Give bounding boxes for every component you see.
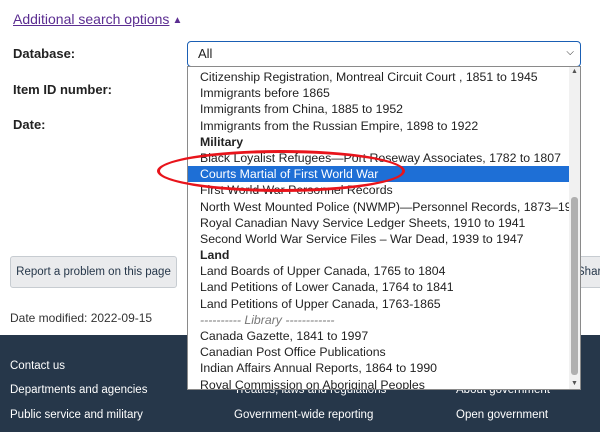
date-label: Date: [13, 117, 46, 132]
dropdown-option[interactable]: Citizenship Registration, Montreal Circu… [188, 69, 571, 85]
dropdown-option[interactable]: Second World War Service Files – War Dea… [188, 231, 571, 247]
dropdown-option[interactable]: Land Boards of Upper Canada, 1765 to 180… [188, 263, 571, 279]
database-select-value: All [198, 46, 213, 61]
database-dropdown-list[interactable]: Citizenship Registration, Montreal Circu… [187, 66, 581, 390]
footer-link-gov-reporting[interactable]: Government-wide reporting [234, 409, 373, 421]
dropdown-option: ---------- Library ------------ [200, 312, 335, 327]
dropdown-option[interactable]: Indian Affairs Annual Reports, 1864 to 1… [188, 360, 571, 376]
dropdown-options: Citizenship Registration, Montreal Circu… [188, 69, 580, 389]
dropdown-option[interactable]: Royal Canadian Navy Service Ledger Sheet… [188, 215, 571, 231]
toggle-label: Additional search options [13, 11, 170, 27]
dropdown-option[interactable]: North West Mounted Police (NWMP)—Personn… [188, 199, 580, 215]
database-select[interactable]: All ⌵ [187, 41, 581, 67]
additional-search-options-link[interactable]: Additional search options ▲ [13, 11, 182, 27]
chevron-down-icon: ⌵ [566, 47, 574, 58]
dropdown-group-label: Military [200, 134, 244, 149]
dropdown-option[interactable]: Land Petitions of Upper Canada, 1763-186… [188, 296, 571, 312]
report-problem-button[interactable]: Report a problem on this page [10, 256, 177, 288]
dropdown-option[interactable]: Canada Gazette, 1841 to 1997 [188, 328, 571, 344]
dropdown-option[interactable]: Courts Martial of First World War [188, 166, 571, 183]
chevron-up-icon: ▲ [172, 15, 183, 26]
dropdown-option[interactable]: Black Loyalist Refugees—Port Roseway Ass… [188, 150, 571, 166]
dropdown-option[interactable]: Immigrants from the Russian Empire, 1898… [188, 118, 571, 134]
date-modified: Date modified: 2022-09-15 [10, 311, 153, 325]
database-label: Database: [13, 46, 76, 61]
footer-link-departments[interactable]: Departments and agencies [10, 384, 147, 396]
footer-link-public-service[interactable]: Public service and military [10, 409, 143, 421]
dropdown-option[interactable]: Canadian Post Office Publications [188, 344, 571, 360]
footer-link-open-government[interactable]: Open government [456, 409, 548, 421]
scroll-up-icon[interactable]: ▲ [571, 68, 578, 75]
dropdown-option[interactable]: First World War Personnel Records [188, 182, 571, 198]
dropdown-option[interactable]: Immigrants from China, 1885 to 1952 [188, 101, 571, 117]
dropdown-group-label: Land [200, 248, 230, 263]
dropdown-option[interactable]: Royal Commission on Aboriginal Peoples [188, 377, 571, 389]
item-id-label: Item ID number: [13, 82, 112, 97]
dropdown-scrollbar[interactable]: ▲ ▼ [569, 67, 580, 389]
footer-link-contact[interactable]: Contact us [10, 360, 65, 372]
scroll-down-icon[interactable]: ▼ [571, 380, 578, 387]
dropdown-option[interactable]: Immigrants before 1865 [188, 85, 571, 101]
dropdown-option[interactable]: Land Petitions of Lower Canada, 1764 to … [188, 279, 571, 295]
scrollbar-thumb[interactable] [571, 197, 578, 375]
